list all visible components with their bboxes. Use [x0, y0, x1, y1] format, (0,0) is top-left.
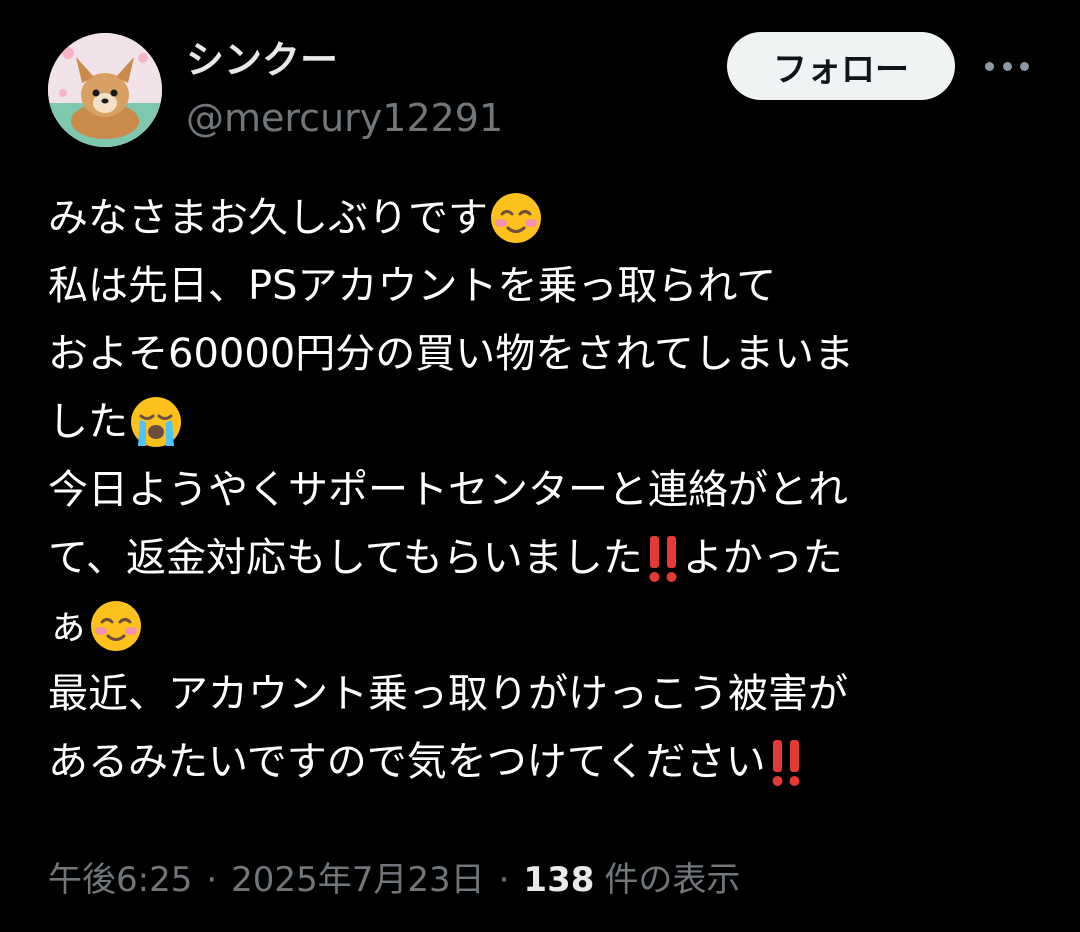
tweet-line: 最近、アカウント乗っ取りがけっこう被害が: [48, 660, 1048, 728]
smiling-face-icon: [91, 601, 141, 651]
tweet-line: あるみたいですので気をつけてください: [48, 728, 1048, 796]
crying-face-icon: [131, 397, 181, 447]
tweet-date[interactable]: 2025年7月23日: [231, 856, 484, 904]
meta-separator: ·: [206, 860, 218, 900]
tweet-line: ぁ: [48, 592, 1048, 660]
tweet-meta: 午後6:25 · 2025年7月23日 · 138 件の表示: [48, 856, 740, 904]
dog-avatar-icon[interactable]: [48, 33, 162, 147]
tweet-line-text: 私は先日、PSアカウントを乗っ取られて: [48, 263, 777, 309]
author-handle[interactable]: @mercury12291: [186, 94, 503, 142]
more-horizontal-icon[interactable]: [985, 56, 1029, 76]
smiling-face-icon: [491, 193, 541, 243]
tweet-line-text: て、返金対応もしてもらいました: [48, 535, 643, 581]
tweet-line-text: あるみたいですので気をつけてください: [48, 739, 766, 785]
views-label[interactable]: 件の表示: [604, 856, 740, 904]
tweet-line-text: 今日ようやくサポートセンターと連絡がとれ: [48, 467, 848, 513]
tweet-line-text: およそ60000円分の買い物をされてしまいま: [48, 331, 855, 377]
tweet-line: およそ60000円分の買い物をされてしまいま: [48, 320, 1048, 388]
tweet-line: 今日ようやくサポートセンターと連絡がとれ: [48, 456, 1048, 524]
tweet-line-text: した: [48, 399, 128, 445]
follow-button[interactable]: フォロー: [727, 32, 955, 100]
tweet-line: 私は先日、PSアカウントを乗っ取られて: [48, 252, 1048, 320]
meta-separator: ·: [498, 860, 510, 900]
tweet-line-text: みなさまお久しぶりです: [48, 195, 488, 241]
tweet-time[interactable]: 午後6:25: [48, 856, 192, 904]
tweet-line-text: ぁ: [48, 603, 88, 649]
tweet-line-text: 最近、アカウント乗っ取りがけっこう被害が: [48, 671, 848, 717]
double-exclamation-icon: [649, 536, 677, 582]
tweet-text: みなさまお久しぶりです 私は先日、PSアカウントを乗っ取られて およそ60000…: [48, 184, 1048, 796]
tweet-line: て、返金対応もしてもらいました よかった: [48, 524, 1048, 592]
views-count[interactable]: 138: [523, 856, 594, 904]
tweet-line: みなさまお久しぶりです: [48, 184, 1048, 252]
tweet-line: した: [48, 388, 1048, 456]
author-display-name[interactable]: シンクー: [186, 36, 338, 84]
tweet-line-text: よかった: [682, 535, 843, 581]
double-exclamation-icon: [772, 740, 800, 786]
